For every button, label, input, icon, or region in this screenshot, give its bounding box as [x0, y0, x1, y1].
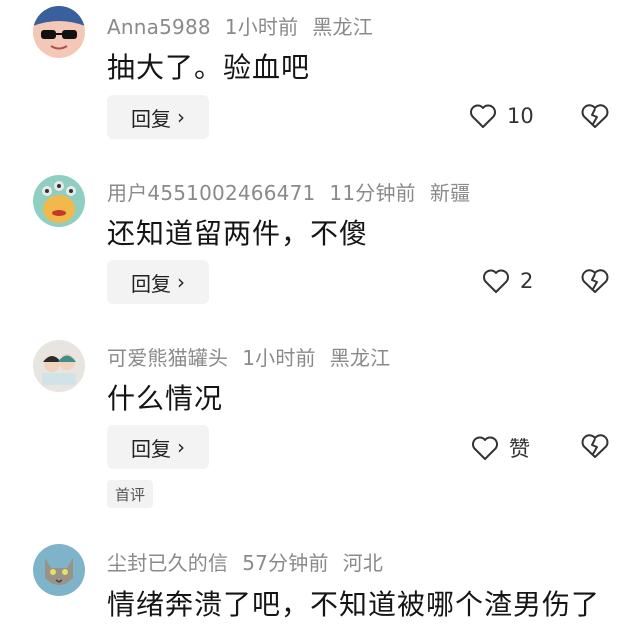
comment-meta: Anna5988 1小时前 黑龙江 [107, 11, 387, 40]
like-count: 赞 [509, 437, 530, 461]
timestamp: 1小时前 [242, 346, 316, 370]
reply-label: 回复 [131, 271, 171, 296]
broken-heart-icon [581, 104, 609, 128]
avatar[interactable] [33, 6, 85, 58]
heart-outline-icon [472, 436, 498, 460]
like-button[interactable]: 2 [482, 268, 533, 294]
avatar[interactable] [33, 340, 85, 392]
broken-heart-icon [581, 434, 609, 458]
username[interactable]: 可爱熊猫罐头 [107, 346, 228, 370]
chevron-right-icon: › [177, 105, 185, 129]
username[interactable]: Anna5988 [107, 15, 211, 39]
heart-outline-icon [470, 104, 496, 128]
comment-item: 可爱熊猫罐头 1小时前 黑龙江 什么情况 回复 › 赞 首评 [0, 331, 640, 521]
comment-item: 用户4551002466471 11分钟前 新疆 还知道留两件，不傻 回复 › 2 [0, 166, 640, 326]
comment-meta: 可爱熊猫罐头 1小时前 黑龙江 [107, 342, 404, 371]
dislike-button[interactable] [580, 268, 610, 298]
username[interactable]: 用户4551002466471 [107, 181, 315, 205]
chevron-right-icon: › [177, 270, 185, 294]
comment-item: Anna5988 1小时前 黑龙江 抽大了。验血吧 回复 › 10 [0, 0, 640, 160]
reply-button[interactable]: 回复 › [107, 260, 209, 304]
like-button[interactable]: 赞 [471, 433, 530, 463]
username[interactable]: 尘封已久的信 [107, 551, 228, 575]
timestamp: 1小时前 [224, 15, 299, 39]
avatar[interactable] [33, 175, 85, 227]
broken-heart-icon [581, 269, 609, 293]
comment-text: 抽大了。验血吧 [107, 51, 311, 84]
comment-item: 尘封已久的信 57分钟前 河北 情绪奔溃了吧，不知道被哪个渣男伤了 [0, 533, 640, 631]
comment-text: 情绪奔溃了吧，不知道被哪个渣男伤了 [107, 588, 601, 621]
first-comment-badge: 首评 [107, 480, 154, 508]
comment-text: 什么情况 [107, 382, 224, 415]
avatar-image [33, 340, 85, 392]
heart-outline-icon [483, 269, 509, 293]
dislike-button[interactable] [580, 433, 610, 463]
avatar-image [33, 6, 85, 58]
avatar[interactable] [33, 544, 85, 596]
avatar-image [33, 175, 85, 227]
location: 河北 [342, 551, 384, 575]
avatar-image [33, 544, 85, 596]
timestamp: 57分钟前 [242, 551, 329, 575]
like-button[interactable]: 10 [469, 103, 534, 129]
like-count: 10 [507, 104, 534, 128]
location: 新疆 [429, 181, 471, 205]
like-count: 2 [520, 269, 534, 293]
location: 黑龙江 [329, 346, 391, 370]
comment-text: 还知道留两件，不傻 [107, 217, 369, 250]
reply-label: 回复 [131, 436, 171, 461]
comment-meta: 尘封已久的信 57分钟前 河北 [107, 547, 397, 576]
reply-label: 回复 [131, 106, 171, 131]
reply-button[interactable]: 回复 › [107, 425, 209, 469]
comment-meta: 用户4551002466471 11分钟前 新疆 [107, 177, 484, 206]
chevron-right-icon: › [177, 435, 185, 459]
location: 黑龙江 [312, 15, 373, 39]
reply-button[interactable]: 回复 › [107, 95, 209, 139]
timestamp: 11分钟前 [329, 181, 416, 205]
dislike-button[interactable] [580, 103, 610, 133]
